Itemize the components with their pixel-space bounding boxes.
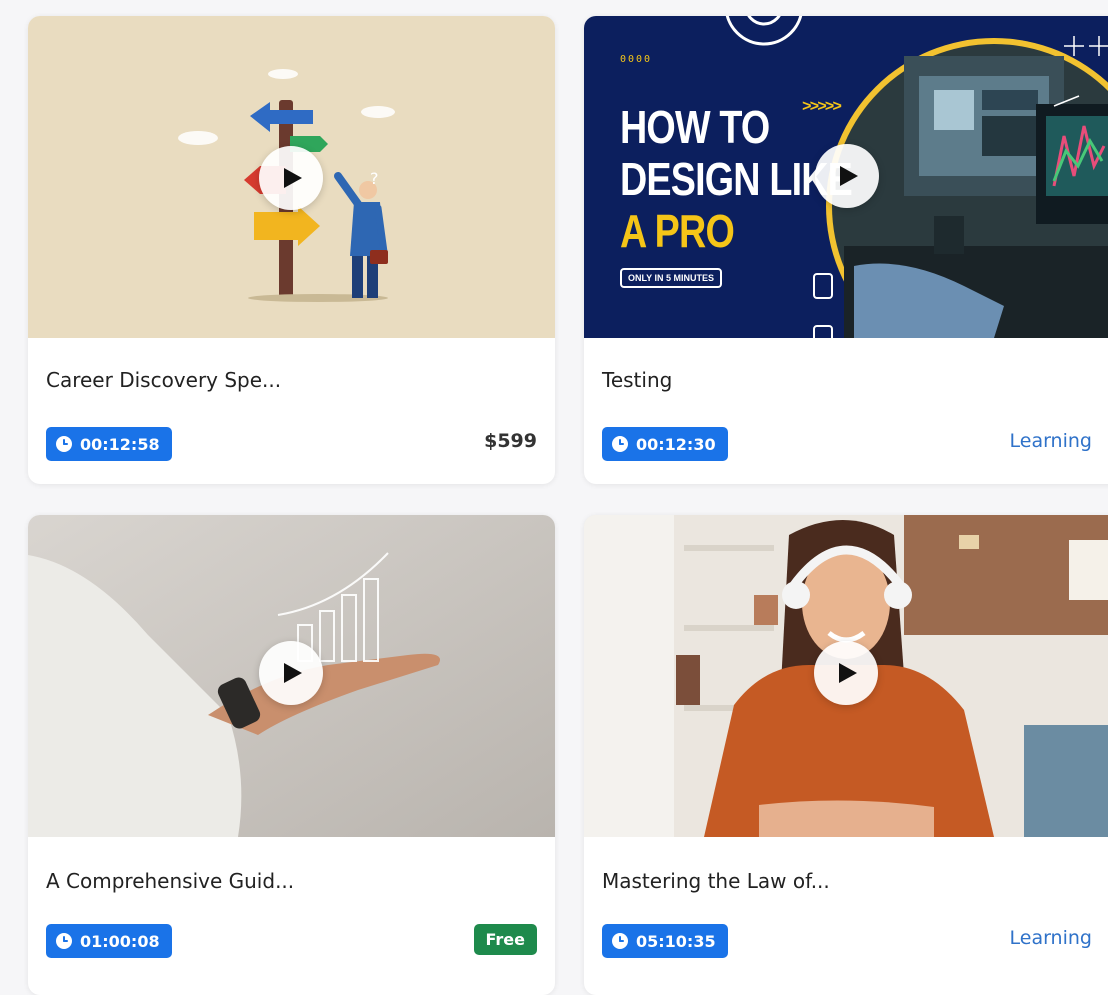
play-button[interactable] — [815, 144, 879, 208]
promo-arrows: >>>>> — [802, 98, 842, 116]
course-card[interactable]: Mastering the Law of... 05:10:35 Learnin… — [584, 515, 1108, 995]
play-button[interactable] — [814, 641, 878, 705]
promo-headline-1: HOW TO — [620, 101, 770, 153]
learning-status: Learning — [1009, 927, 1093, 949]
duration-text: 00:12:58 — [80, 434, 160, 454]
price-label: $599 — [484, 430, 537, 452]
promo-tag: ONLY IN 5 MINUTES — [620, 268, 723, 288]
course-thumbnail[interactable]: ? — [28, 16, 555, 338]
course-title[interactable]: Career Discovery Spe... — [46, 368, 281, 392]
course-title[interactable]: Mastering the Law of... — [602, 869, 830, 893]
play-button[interactable] — [259, 146, 323, 210]
clock-icon — [56, 933, 72, 949]
duration-text: 01:00:08 — [80, 931, 160, 951]
duration-badge: 00:12:30 — [602, 427, 728, 461]
duration-badge: 00:12:58 — [46, 427, 172, 461]
promo-dots: 0000 — [620, 54, 653, 65]
play-icon — [283, 168, 302, 188]
svg-text:?: ? — [370, 169, 379, 188]
duration-text: 00:12:30 — [636, 434, 716, 454]
course-card[interactable]: A Comprehensive Guid... 01:00:08 Free — [28, 515, 555, 995]
clock-icon — [56, 436, 72, 452]
play-icon — [839, 166, 858, 186]
duration-badge: 05:10:35 — [602, 924, 728, 958]
play-icon — [838, 663, 857, 683]
duration-badge: 01:00:08 — [46, 924, 172, 958]
course-thumbnail[interactable] — [28, 515, 555, 837]
course-card[interactable]: 0000 >>>>> HOW TO DESIGN LIKE A PRO ONLY… — [584, 16, 1108, 484]
clock-icon — [612, 933, 628, 949]
course-title[interactable]: Testing — [602, 368, 672, 392]
course-title[interactable]: A Comprehensive Guid... — [46, 869, 294, 893]
course-thumbnail[interactable] — [584, 515, 1108, 837]
promo-headline-3: A PRO — [620, 205, 735, 257]
free-badge: Free — [473, 924, 537, 955]
learning-status: Learning — [1009, 430, 1093, 452]
play-icon — [283, 663, 302, 683]
duration-text: 05:10:35 — [636, 931, 716, 951]
course-thumbnail[interactable]: 0000 >>>>> HOW TO DESIGN LIKE A PRO ONLY… — [584, 16, 1108, 338]
clock-icon — [612, 436, 628, 452]
play-button[interactable] — [259, 641, 323, 705]
course-card[interactable]: ? Career Discovery Spe... 00:12:58 $599 — [28, 16, 555, 484]
